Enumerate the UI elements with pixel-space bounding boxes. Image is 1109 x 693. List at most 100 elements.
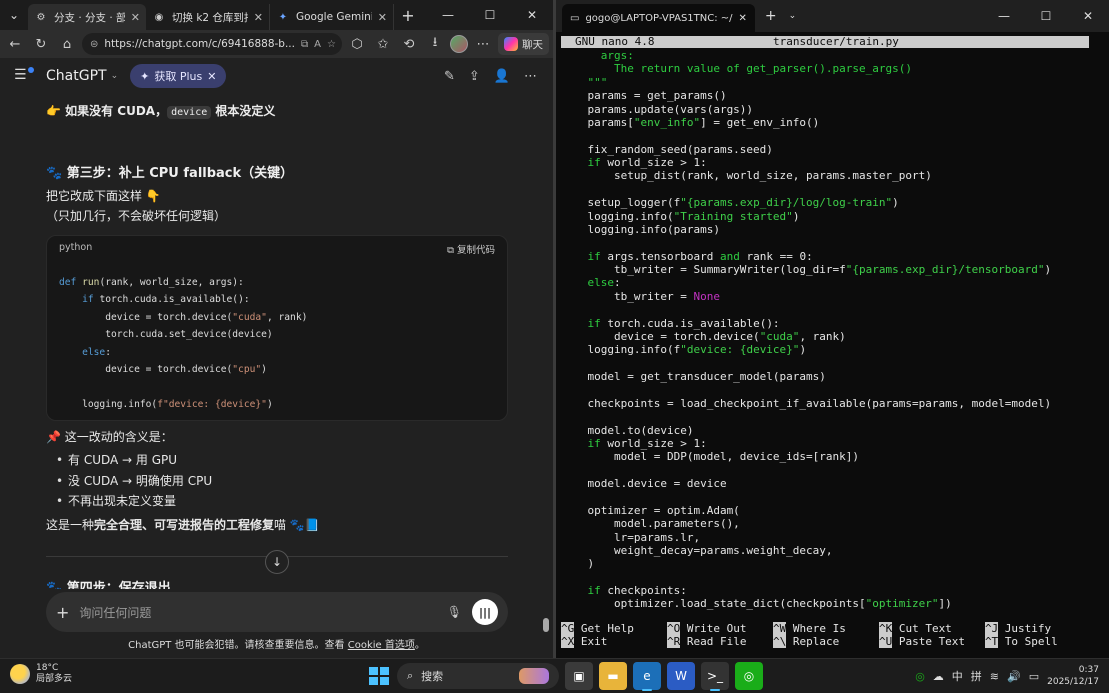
shortcut-label: Get Help xyxy=(580,622,634,635)
browser-tab-3[interactable]: ✦ Google Gemini ✕ xyxy=(270,4,394,30)
terminal-tab[interactable]: ▭ gogo@LAPTOP-VPAS1TNC: ~/ ✕ xyxy=(562,4,755,32)
editor-content[interactable]: args: The return value of get_parser().p… xyxy=(561,49,1051,611)
onedrive-icon[interactable]: ☁ xyxy=(933,670,944,683)
start-button[interactable] xyxy=(365,663,391,689)
wifi-icon[interactable]: ≋ xyxy=(990,670,999,683)
get-plus-button[interactable]: ✦ 获取 Plus ✕ xyxy=(130,64,227,88)
site-info-icon[interactable]: ⊜ xyxy=(90,39,98,50)
history-icon[interactable]: ⟲ xyxy=(398,33,420,55)
shortcut-label: Cut Text xyxy=(898,622,952,635)
search-label: 搜索 xyxy=(421,670,444,683)
address-bar[interactable]: ⊜ https://chatgpt.com/c/69416888-b... ⧉ … xyxy=(82,33,342,55)
new-chat-icon[interactable]: ✎ xyxy=(444,69,455,84)
chevron-down-icon[interactable]: ⌄ xyxy=(789,11,797,21)
extensions-icon[interactable]: ⬡ xyxy=(346,33,368,55)
system-tray: ◎ ☁ 中 拼 ≋ 🔊 ▭ 0:37 2025/12/17 xyxy=(915,662,1099,690)
code-language: python xyxy=(59,242,93,253)
terminal-icon: ▭ xyxy=(570,12,580,24)
close-tab-icon[interactable]: ✕ xyxy=(739,13,747,24)
no-cuda-prefix: 👉 如果没有 CUDA， xyxy=(46,104,168,118)
minimize-icon[interactable]: — xyxy=(983,0,1025,32)
battery-icon[interactable]: ▭ xyxy=(1029,670,1039,683)
more-icon[interactable]: ⋯ xyxy=(472,33,494,55)
shortcut-key: ^G xyxy=(561,622,575,635)
shortcut-key: ^K xyxy=(878,622,893,635)
task-view-icon[interactable]: ▣ xyxy=(565,662,593,690)
clock[interactable]: 0:37 2025/12/17 xyxy=(1047,664,1099,688)
github-icon: ◉ xyxy=(154,11,164,23)
close-icon[interactable]: ✕ xyxy=(207,70,216,83)
share-icon[interactable]: ⇪ xyxy=(469,69,480,84)
close-tab-icon[interactable]: ✕ xyxy=(131,11,140,24)
add-attachment-icon[interactable]: + xyxy=(56,603,69,622)
browser-toolbar: ← ↻ ⌂ ⊜ https://chatgpt.com/c/69416888-b… xyxy=(0,30,553,58)
volume-icon[interactable]: 🔊 xyxy=(1007,670,1021,683)
terminal-app-icon[interactable]: >_ xyxy=(701,662,729,691)
more-options-icon[interactable]: ⋯ xyxy=(524,69,537,84)
weather-widget[interactable]: 18°C 局部多云 xyxy=(10,663,72,685)
new-tab-button[interactable]: + xyxy=(394,6,422,25)
microphone-icon[interactable]: 🎙 xyxy=(447,605,462,619)
maximize-icon[interactable]: ☐ xyxy=(1025,0,1067,32)
word-icon[interactable]: W xyxy=(667,662,695,690)
step4-heading: 🐾 第四步：保存退出 xyxy=(46,581,171,589)
tab-label: 分支 · 分支 · 部署Kaldi xyxy=(54,11,125,24)
copy-code-button[interactable]: ⧉ 复制代码 xyxy=(447,242,495,256)
copilot-icon xyxy=(504,37,518,51)
cookie-preferences-link[interactable]: Cookie 首选项 xyxy=(348,640,415,651)
ime-language[interactable]: 中 xyxy=(952,668,963,684)
no-cuda-suffix: 根本没定义 xyxy=(211,104,276,118)
add-people-icon[interactable]: 👤 xyxy=(494,69,510,84)
wechat-tray-icon[interactable]: ◎ xyxy=(915,670,925,683)
shortcut-key: ^J xyxy=(984,622,999,635)
app-available-icon[interactable]: ⧉ xyxy=(301,39,308,50)
disclaimer-text: ChatGPT 也可能会犯错。请核查重要信息。查看 xyxy=(128,640,348,651)
browser-tab-2[interactable]: ◉ 切换 k2 仓库到指定 ✕ xyxy=(146,4,270,30)
shortcut-label: Justify xyxy=(1004,622,1052,635)
taskbar-search[interactable]: ⌕ 搜索 xyxy=(397,663,559,689)
wechat-icon[interactable]: ◎ xyxy=(735,662,763,690)
edge-icon[interactable]: e xyxy=(633,662,661,691)
scroll-down-button[interactable]: ↓ xyxy=(265,550,289,574)
shortcut-key: ^U xyxy=(878,635,893,648)
tab-label: Google Gemini xyxy=(296,11,372,23)
home-icon[interactable]: ⌂ xyxy=(56,33,78,55)
close-tab-icon[interactable]: ✕ xyxy=(378,11,387,24)
close-tab-icon[interactable]: ✕ xyxy=(254,11,263,24)
voice-mode-button[interactable]: ||| xyxy=(472,599,498,625)
list-item: 没 CUDA → 明确使用 CPU xyxy=(56,471,212,492)
new-terminal-tab-button[interactable]: + xyxy=(765,8,777,24)
shortcut-label: Exit xyxy=(580,635,608,648)
maximize-icon[interactable]: ☐ xyxy=(469,0,511,30)
date: 2025/12/17 xyxy=(1047,677,1099,687)
minimize-icon[interactable]: — xyxy=(427,0,469,30)
chat-thread: 👉 如果没有 CUDA， device 根本没定义 🐾 第三步：补上 CPU fa… xyxy=(0,94,540,594)
shortcut-label: Replace xyxy=(792,635,840,648)
favorite-star-icon[interactable]: ☆ xyxy=(327,39,336,50)
sidebar-toggle-icon[interactable]: ☰ xyxy=(14,67,34,85)
tab-actions-icon[interactable]: ⌄ xyxy=(0,0,28,30)
file-explorer-icon[interactable]: ▬ xyxy=(599,662,627,690)
nano-file-name: transducer/train.py xyxy=(773,35,899,48)
copilot-button[interactable]: 聊天 xyxy=(498,33,549,55)
scrollbar-thumb[interactable] xyxy=(543,618,549,632)
model-selector[interactable]: ChatGPT xyxy=(46,68,107,84)
close-window-icon[interactable]: ✕ xyxy=(511,0,553,30)
close-window-icon[interactable]: ✕ xyxy=(1067,0,1109,32)
read-aloud-icon[interactable]: A xyxy=(314,39,321,50)
meaning-heading: 📌 这一改动的含义是： xyxy=(46,430,173,444)
prompt-input[interactable]: 询问任何问题 xyxy=(79,604,436,621)
copilot-label: 聊天 xyxy=(522,38,543,51)
back-icon[interactable]: ← xyxy=(4,33,26,55)
shortcut-key: ^O xyxy=(666,622,681,635)
disclaimer-end: 。 xyxy=(414,640,425,651)
chevron-down-icon[interactable]: ⌄ xyxy=(111,71,119,81)
profile-avatar[interactable] xyxy=(450,35,468,53)
ime-mode[interactable]: 拼 xyxy=(971,668,982,684)
downloads-icon[interactable]: ⭳ xyxy=(424,33,446,55)
favorites-icon[interactable]: ✩ xyxy=(372,33,394,55)
chatgpt-header: ☰ ChatGPT ⌄ ✦ 获取 Plus ✕ ✎ ⇪ 👤 ⋯ xyxy=(0,58,553,94)
refresh-icon[interactable]: ↻ xyxy=(30,33,52,55)
shortcut-label: Where Is xyxy=(792,622,846,635)
browser-tab-1[interactable]: ⚙ 分支 · 分支 · 部署Kaldi ✕ xyxy=(28,4,146,30)
